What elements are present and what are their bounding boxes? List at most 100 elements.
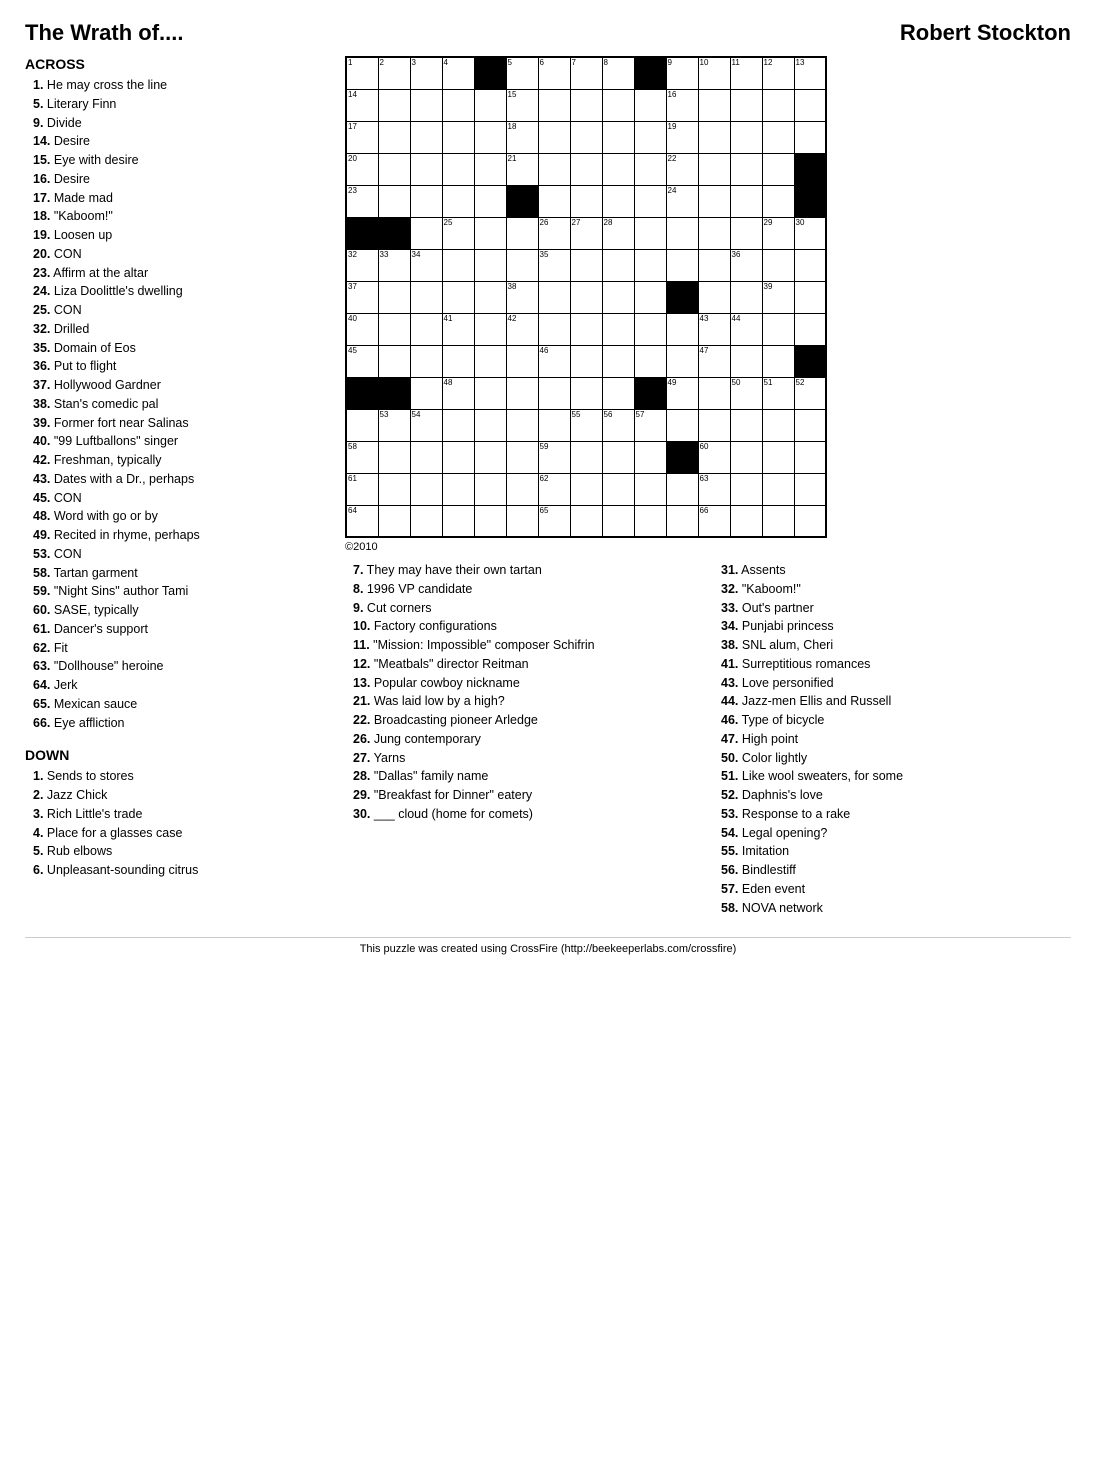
grid-cell <box>442 185 474 217</box>
grid-cell <box>506 345 538 377</box>
across-clue-item: 43. Dates with a Dr., perhaps <box>25 470 330 489</box>
down-clue-right-item: 54. Legal opening? <box>713 824 1071 843</box>
grid-cell <box>634 185 666 217</box>
cell-number: 59 <box>540 443 549 451</box>
cell-number: 61 <box>348 475 357 483</box>
cell-number: 49 <box>668 379 677 387</box>
grid-cell <box>506 249 538 281</box>
cell-number: 37 <box>348 283 357 291</box>
grid-cell <box>378 217 410 249</box>
grid-cell <box>698 217 730 249</box>
grid-cell <box>794 121 826 153</box>
grid-cell <box>698 409 730 441</box>
grid-cell: 49 <box>666 377 698 409</box>
grid-cell <box>378 473 410 505</box>
grid-cell: 6 <box>538 57 570 89</box>
cell-number: 28 <box>604 219 613 227</box>
across-clue-item: 17. Made mad <box>25 189 330 208</box>
grid-cell <box>506 473 538 505</box>
grid-cell <box>570 441 602 473</box>
grid-cell: 30 <box>794 217 826 249</box>
grid-cell: 45 <box>346 345 378 377</box>
across-clue-item: 39. Former fort near Salinas <box>25 414 330 433</box>
down-clue-middle-item: 7. They may have their own tartan <box>345 561 703 580</box>
down-clue-right-item: 33. Out's partner <box>713 599 1071 618</box>
cell-number: 24 <box>668 187 677 195</box>
grid-cell: 63 <box>698 473 730 505</box>
grid-cell <box>474 505 506 537</box>
across-clue-item: 5. Literary Finn <box>25 95 330 114</box>
grid-cell <box>570 313 602 345</box>
down-clue-right-item: 32. "Kaboom!" <box>713 580 1071 599</box>
cell-number: 45 <box>348 347 357 355</box>
grid-cell <box>762 249 794 281</box>
grid-cell: 13 <box>794 57 826 89</box>
cell-number: 7 <box>572 59 576 67</box>
grid-cell <box>730 89 762 121</box>
cell-number: 46 <box>540 347 549 355</box>
grid-cell <box>762 89 794 121</box>
across-clue-item: 9. Divide <box>25 114 330 133</box>
grid-cell <box>634 441 666 473</box>
grid-cell <box>474 57 506 89</box>
grid-cell <box>570 505 602 537</box>
down-clue-item: 3. Rich Little's trade <box>25 805 330 824</box>
across-clue-item: 49. Recited in rhyme, perhaps <box>25 526 330 545</box>
cell-number: 34 <box>412 251 421 259</box>
grid-cell <box>442 409 474 441</box>
grid-cell <box>794 505 826 537</box>
cell-number: 66 <box>700 507 709 515</box>
across-clue-item: 60. SASE, typically <box>25 601 330 620</box>
down-clue-right-item: 57. Eden event <box>713 880 1071 899</box>
grid-cell: 36 <box>730 249 762 281</box>
grid-cell <box>730 153 762 185</box>
cell-number: 39 <box>764 283 773 291</box>
grid-cell <box>538 281 570 313</box>
grid-cell: 42 <box>506 313 538 345</box>
grid-cell <box>698 121 730 153</box>
across-header: ACROSS <box>25 56 330 72</box>
grid-cell <box>634 121 666 153</box>
grid-cell <box>730 473 762 505</box>
down-clue-item: 4. Place for a glasses case <box>25 824 330 843</box>
grid-cell <box>730 345 762 377</box>
grid-cell: 15 <box>506 89 538 121</box>
grid-cell <box>474 217 506 249</box>
cell-number: 56 <box>604 411 613 419</box>
cell-number: 51 <box>764 379 773 387</box>
down-clue-right-item: 51. Like wool sweaters, for some <box>713 767 1071 786</box>
cell-number: 50 <box>732 379 741 387</box>
cell-number: 62 <box>540 475 549 483</box>
grid-cell <box>538 89 570 121</box>
grid-cell <box>666 345 698 377</box>
across-clue-item: 45. CON <box>25 489 330 508</box>
across-clue-item: 14. Desire <box>25 132 330 151</box>
clues-bottom: 7. They may have their own tartan8. 1996… <box>345 561 1071 917</box>
grid-cell <box>410 153 442 185</box>
grid-cell <box>730 121 762 153</box>
cell-number: 44 <box>732 315 741 323</box>
grid-cell <box>442 345 474 377</box>
grid-cell: 26 <box>538 217 570 249</box>
grid-cell <box>538 409 570 441</box>
grid-cell <box>762 441 794 473</box>
cell-number: 18 <box>508 123 517 131</box>
grid-cell <box>730 505 762 537</box>
down-clue-right-item: 46. Type of bicycle <box>713 711 1071 730</box>
grid-cell <box>410 505 442 537</box>
down-clue-item: 5. Rub elbows <box>25 842 330 861</box>
grid-cell: 1 <box>346 57 378 89</box>
copyright: ©2010 <box>345 541 1071 553</box>
cell-number: 52 <box>796 379 805 387</box>
grid-cell: 22 <box>666 153 698 185</box>
cell-number: 26 <box>540 219 549 227</box>
grid-cell <box>730 441 762 473</box>
grid-cell <box>602 377 634 409</box>
grid-cell <box>762 345 794 377</box>
grid-cell: 4 <box>442 57 474 89</box>
down-clue-middle-item: 30. ___ cloud (home for comets) <box>345 805 703 824</box>
grid-cell: 48 <box>442 377 474 409</box>
grid-cell: 24 <box>666 185 698 217</box>
grid-cell <box>666 281 698 313</box>
grid-cell <box>698 249 730 281</box>
